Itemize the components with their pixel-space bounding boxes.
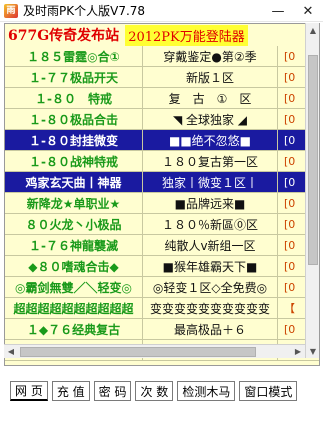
server-name: 超超超超超超超超超超 xyxy=(5,298,143,318)
horizontal-scrollbar[interactable]: ◀ ▶ xyxy=(4,344,305,358)
server-row[interactable]: １-８０战神特戒 １８０复古第一区 [0 xyxy=(5,151,319,172)
scroll-left-icon[interactable]: ◀ xyxy=(4,345,18,359)
server-row[interactable]: １◆７６经典复古 最高极品＋６ [0 xyxy=(5,319,319,340)
server-description: ■■绝不忽悠■ xyxy=(143,130,278,150)
server-row[interactable]: １-７６神龍襲滅 纯散人ⅴ新组一区 [0 xyxy=(5,235,319,256)
scroll-up-icon[interactable]: ▲ xyxy=(306,23,320,37)
server-name: ◎霸剑無雙／＼轻变◎ xyxy=(5,277,143,297)
server-name: ◆８０嗜魂合击◆ xyxy=(5,256,143,276)
server-row[interactable]: 新降龙★单职业★ ■品牌远来■ [0 xyxy=(5,193,319,214)
server-name: １８５雷霆◎合① xyxy=(5,46,143,66)
server-row[interactable]: ◆８０嗜魂合击◆ ■猴年雄霸天下■ [0 xyxy=(5,256,319,277)
server-description: 纯散人ⅴ新组一区 xyxy=(143,235,278,255)
server-row[interactable]: １８５雷霆◎合① 穿戴鉴定●第②季 [0 xyxy=(5,46,319,67)
server-name: 新降龙★单职业★ xyxy=(5,193,143,213)
server-name: １-８０封挂微变 xyxy=(5,130,143,150)
server-description: 最高极品＋６ xyxy=(143,319,278,339)
server-description: １８０复古第一区 xyxy=(143,151,278,171)
close-button[interactable]: ✕ xyxy=(293,0,323,22)
server-name: ８０火龙丶小极品 xyxy=(5,214,143,234)
server-name: １-７６神龍襲滅 xyxy=(5,235,143,255)
server-name: １-７７极品开天 xyxy=(5,67,143,87)
server-row[interactable]: １-７７极品开天 新版１区 [0 xyxy=(5,67,319,88)
scroll-thumb-vertical[interactable] xyxy=(308,55,318,265)
tab-bar: 网 页充 值密 码次 数检测木马 窗口模式 xyxy=(10,381,298,401)
server-row[interactable]: 超超超超超超超超超超 变变变变变变变变变变【 xyxy=(5,298,319,319)
window-title: 及时雨PK个人版V7.78 xyxy=(23,4,146,18)
server-row[interactable]: ◎霸剑無雙／＼轻变◎ ◎轻变１区◇全免费◎ [0 xyxy=(5,277,319,298)
server-description: 穿戴鉴定●第②季 xyxy=(143,46,278,66)
server-row[interactable]: １-８０极品合击 ◥ 全球独家 ◢ [0 xyxy=(5,109,319,130)
minimize-button[interactable]: — xyxy=(263,0,293,22)
scroll-down-icon[interactable]: ▼ xyxy=(306,344,320,358)
bottom-toolbar: 网 页充 值密 码次 数检测木马 窗口模式 xyxy=(0,372,323,421)
tab-3[interactable]: 次 数 xyxy=(135,381,174,401)
tab-0[interactable]: 网 页 xyxy=(10,381,48,401)
server-list-panel: 677G传奇发布站 2012PK万能登陆器 １８５雷霆◎合① 穿戴鉴定●第②季 [0… xyxy=(4,23,320,366)
server-description: 新版１区 xyxy=(143,67,278,87)
server-name: １-８０极品合击 xyxy=(5,109,143,129)
site-title[interactable]: 677G传奇发布站 xyxy=(8,25,119,45)
server-description: １８０％新區⓪区 xyxy=(143,214,278,234)
server-table: １８５雷霆◎合① 穿戴鉴定●第②季 [0 １-７７极品开天 新版１区 [0 １-８０ 特戒复… xyxy=(5,46,319,361)
server-description: 独家丨微变１区丨 xyxy=(143,172,278,192)
tab-1[interactable]: 充 值 xyxy=(51,381,90,401)
server-row[interactable]: １-８０ 特戒复 古 ① 区 [0 xyxy=(5,88,319,109)
server-row[interactable]: 鸡家玄天曲丨神器 独家丨微变１区丨 [0 xyxy=(5,172,319,193)
pk-badge[interactable]: 2012PK万能登陆器 xyxy=(125,24,248,46)
scroll-right-icon[interactable]: ▶ xyxy=(291,345,305,359)
tab-5[interactable]: 窗口模式 xyxy=(239,381,298,401)
vertical-scrollbar[interactable]: ▲ ▼ xyxy=(305,23,319,358)
server-row[interactable]: １-８０封挂微变 ■■绝不忽悠■ [0 xyxy=(5,130,319,151)
scroll-thumb[interactable] xyxy=(20,346,256,357)
server-description: ■猴年雄霸天下■ xyxy=(143,256,278,276)
server-description: 复 古 ① 区 xyxy=(143,88,278,108)
app-icon: 雨 xyxy=(4,3,18,18)
title-bar: 雨 及时雨PK个人版V7.78 — ✕ xyxy=(0,0,323,22)
server-description: 变变变变变变变变变变 xyxy=(143,298,278,318)
server-row[interactable]: ８０火龙丶小极品 １８０％新區⓪区 [0 xyxy=(5,214,319,235)
server-description: ◎轻变１区◇全免费◎ xyxy=(143,277,278,297)
server-description: ■品牌远来■ xyxy=(143,193,278,213)
list-header: 677G传奇发布站 2012PK万能登陆器 xyxy=(5,24,319,46)
tab-4[interactable]: 检测木马 xyxy=(177,381,236,401)
server-name: １-８０ 特戒 xyxy=(5,88,143,108)
server-name: 鸡家玄天曲丨神器 xyxy=(5,172,143,192)
server-name: １◆７６经典复古 xyxy=(5,319,143,339)
server-description: ◥ 全球独家 ◢ xyxy=(143,109,278,129)
tab-2[interactable]: 密 码 xyxy=(93,381,132,401)
server-name: １-８０战神特戒 xyxy=(5,151,143,171)
scroll-track[interactable] xyxy=(18,346,291,357)
